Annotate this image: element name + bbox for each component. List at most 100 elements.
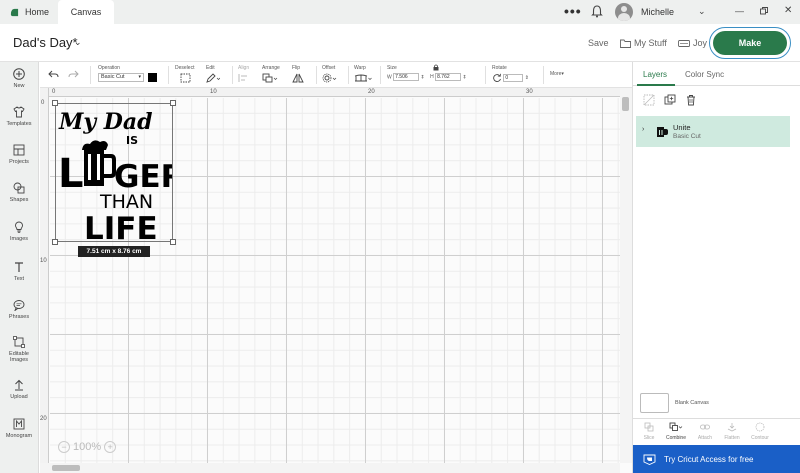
layer-actions xyxy=(643,94,697,106)
arrange-group[interactable]: Arrange xyxy=(262,65,280,85)
slice-button[interactable]: Slice xyxy=(636,422,662,441)
chevron-down-icon[interactable]: ⌄ xyxy=(74,37,82,48)
flip-group[interactable]: Flip xyxy=(292,65,306,85)
resize-handle[interactable] xyxy=(52,100,58,106)
access-badge-icon xyxy=(643,454,656,465)
tab-canvas[interactable]: Canvas xyxy=(58,0,114,24)
layer-operation: Basic Cut xyxy=(673,133,701,140)
sidebar-item-phrases[interactable]: Phrases xyxy=(0,299,38,320)
sidebar-item-upload[interactable]: Upload xyxy=(0,379,38,400)
username[interactable]: Michelle xyxy=(641,7,674,17)
panel-tabs: Layers Color Sync xyxy=(633,62,800,86)
expand-arrow-icon[interactable]: › xyxy=(642,126,644,133)
save-button[interactable]: Save xyxy=(588,38,609,48)
chevron-down-icon[interactable]: ⌄ xyxy=(698,6,706,17)
color-swatch[interactable] xyxy=(148,73,157,82)
height-input[interactable]: 8.762 xyxy=(435,73,462,81)
resize-handle[interactable] xyxy=(170,239,176,245)
rotate-stepper[interactable]: ⇕ xyxy=(525,75,529,81)
sidebar-item-label: Projects xyxy=(9,159,29,165)
zoom-value: 100% xyxy=(73,441,102,453)
align-group[interactable]: Align xyxy=(238,65,252,85)
group-icon[interactable] xyxy=(643,94,655,106)
scroll-thumb[interactable] xyxy=(52,465,80,471)
ruler-number: 0 xyxy=(52,89,56,95)
more-options-icon[interactable]: ••• xyxy=(564,3,582,19)
deselect-label: Deselect xyxy=(175,65,195,71)
operation-group: Operation Basic Cut xyxy=(98,65,157,82)
warp-group[interactable]: Warp xyxy=(354,65,372,85)
blank-canvas-swatch[interactable] xyxy=(640,393,669,413)
width-stepper[interactable]: ⇕ xyxy=(421,74,425,80)
pen-icon xyxy=(206,73,221,83)
resize-handle[interactable] xyxy=(170,100,176,106)
redo-icon[interactable] xyxy=(68,70,79,79)
tab-home[interactable]: Home xyxy=(0,0,58,24)
horizontal-scrollbar[interactable] xyxy=(40,463,620,473)
sidebar-item-label: Editable Images xyxy=(9,351,29,363)
machine-icon xyxy=(678,39,690,47)
zoom-in-icon[interactable]: + xyxy=(104,441,117,453)
project-title[interactable]: Dad's Day* xyxy=(13,35,78,50)
sidebar-item-label: Shapes xyxy=(9,197,29,203)
selection-box[interactable] xyxy=(55,103,173,242)
layer-tools: Slice Combine Attach Flatten Contour xyxy=(633,418,800,445)
design-canvas[interactable]: 0 10 20 30 0 10 20 My Dad IS L GER THAN … xyxy=(40,88,632,473)
dimension-label: 7.51 cm x 8.76 cm xyxy=(78,246,150,257)
bell-icon[interactable] xyxy=(591,5,603,18)
restore-icon[interactable] xyxy=(760,7,768,15)
edit-group[interactable]: Edit xyxy=(206,65,221,85)
tab-layers[interactable]: Layers xyxy=(643,70,667,79)
combine-button[interactable]: Combine xyxy=(663,422,689,441)
sidebar-item-text[interactable]: Text xyxy=(0,261,38,282)
warp-icon xyxy=(354,74,372,82)
folder-icon xyxy=(620,39,631,48)
attach-button[interactable]: Attach xyxy=(692,422,718,441)
joy-button[interactable]: Joy xyxy=(678,38,707,48)
deselect-group[interactable]: Deselect xyxy=(175,65,194,85)
tool-label: Combine xyxy=(665,435,686,441)
ruler-number: 20 xyxy=(40,416,47,422)
sidebar-item-label: Text xyxy=(13,276,25,282)
arrange-label: Arrange xyxy=(262,65,280,71)
layers-panel: Layers Color Sync › Unite Basic Cut Blan… xyxy=(632,62,800,473)
sidebar-item-label: Monogram xyxy=(5,433,33,439)
vertical-scrollbar[interactable] xyxy=(620,88,632,463)
undo-icon[interactable] xyxy=(48,70,59,79)
combine-icon xyxy=(669,422,683,431)
offset-group[interactable]: Offset xyxy=(322,65,338,85)
zoom-out-icon[interactable]: − xyxy=(58,441,70,453)
tab-color-sync[interactable]: Color Sync xyxy=(685,70,724,79)
rotate-input[interactable]: 0 xyxy=(503,73,524,82)
sidebar-item-images[interactable]: Images xyxy=(0,221,38,242)
sidebar-item-shapes[interactable]: Shapes xyxy=(0,182,38,203)
sidebar-item-new[interactable]: New xyxy=(0,68,38,89)
more-button[interactable]: More▾ xyxy=(550,71,564,77)
flatten-button[interactable]: Flatten xyxy=(719,422,745,441)
cricut-access-banner[interactable]: Try Cricut Access for free xyxy=(633,445,800,473)
contour-button[interactable]: Contour xyxy=(747,422,773,441)
resize-handle[interactable] xyxy=(52,239,58,245)
title-bar: Home Canvas xyxy=(0,0,800,24)
offset-label: Offset xyxy=(322,65,336,71)
cricut-logo-icon xyxy=(10,8,19,16)
sidebar-item-projects[interactable]: Projects xyxy=(0,144,38,165)
sidebar-item-editable-images[interactable]: Editable Images xyxy=(0,336,38,363)
sidebar-item-templates[interactable]: Templates xyxy=(0,106,38,127)
width-input[interactable]: 7.506 xyxy=(393,73,420,81)
trash-icon[interactable] xyxy=(685,94,697,106)
sidebar-item-label: New xyxy=(13,83,25,89)
sidebar-item-monogram[interactable]: Monogram xyxy=(0,418,38,439)
close-icon[interactable]: ✕ xyxy=(784,5,792,16)
lock-icon[interactable] xyxy=(433,64,439,71)
sidebar-item-label: Phrases xyxy=(8,314,30,320)
make-button[interactable]: Make xyxy=(713,31,787,55)
minimize-icon[interactable]: — xyxy=(735,6,744,16)
my-stuff-button[interactable]: My Stuff xyxy=(620,38,667,48)
operation-select[interactable]: Basic Cut xyxy=(98,73,144,82)
height-stepper[interactable]: ⇕ xyxy=(463,74,467,80)
duplicate-icon[interactable] xyxy=(664,94,676,106)
avatar[interactable] xyxy=(615,3,633,21)
scroll-thumb[interactable] xyxy=(622,97,629,111)
layer-row[interactable]: › Unite Basic Cut xyxy=(636,116,790,147)
